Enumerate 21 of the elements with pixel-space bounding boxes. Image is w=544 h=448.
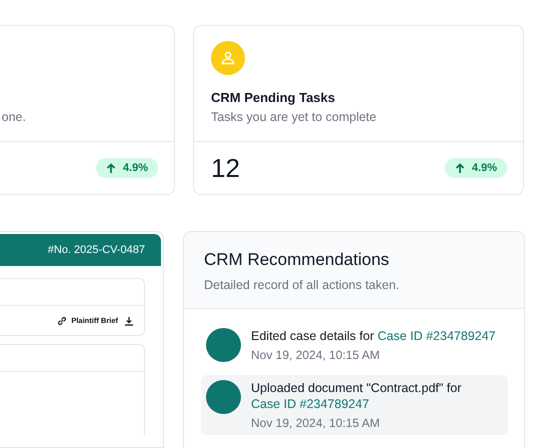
trend-badge: 4.9% [444, 158, 507, 178]
activity-item[interactable]: Edited case details for Case ID #234789247 Nov 19, 2024, 10:15 AM [201, 323, 508, 367]
activity-time: Nov 19, 2024, 10:15 AM [251, 416, 381, 430]
avatar [206, 380, 241, 414]
avatar [206, 328, 241, 362]
card-description: one. [0, 110, 26, 124]
case-link[interactable]: Case ID #234789247 [251, 397, 370, 411]
link-icon [57, 316, 68, 326]
stat-value: 12 [211, 152, 240, 184]
activity-text: Edited case details for Case ID #234789247 [251, 328, 496, 344]
case-link[interactable]: Case ID #234789247 [377, 329, 496, 343]
activity-item[interactable]: Uploaded document "Contract.pdf" for Case ID #234789247 Nov 19, 2024, 10:15 AM [201, 375, 508, 435]
panel-subtitle: Detailed record of all actions taken. [204, 278, 400, 292]
card-title: CRM Pending Tasks [211, 90, 336, 106]
panel-title: CRM Recommendations [204, 250, 390, 270]
activity-text: Uploaded document "Contract.pdf" for Case ID #234789247 [251, 380, 462, 412]
card-description: Tasks you are yet to complete [211, 110, 378, 124]
trend-badge: 4.9% [96, 158, 158, 178]
activity-time: Nov 19, 2024, 10:15 AM [251, 348, 381, 362]
case-number: #No. 2025-CV-0487 [0, 234, 161, 266]
download-icon[interactable] [124, 316, 134, 326]
